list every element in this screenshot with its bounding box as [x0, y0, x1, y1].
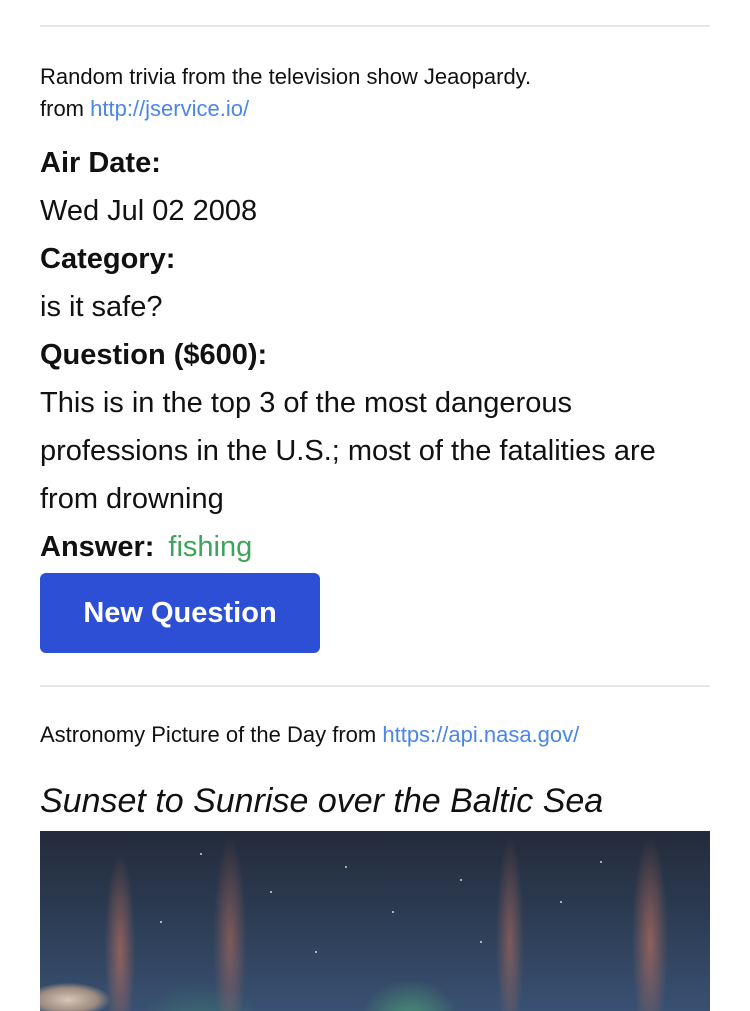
trivia-intro: Random trivia from the television show J… — [40, 61, 710, 93]
trivia-fields: Air Date: Wed Jul 02 2008 Category: is i… — [40, 139, 710, 571]
air-date-label: Air Date: — [40, 147, 161, 179]
answer-row: Answer: fishing — [40, 523, 710, 571]
answer-label: Answer: — [40, 531, 155, 563]
page-content: Random trivia from the television show J… — [40, 0, 710, 1011]
cloud — [40, 983, 110, 1011]
star — [270, 891, 272, 893]
nasa-api-link[interactable]: https://api.nasa.gov/ — [382, 722, 579, 747]
star — [315, 951, 317, 953]
star — [345, 866, 347, 868]
question-label: Question ($600): — [40, 339, 268, 371]
new-question-button[interactable]: New Question — [40, 573, 320, 653]
apod-section: Astronomy Picture of the Day from https:… — [40, 719, 710, 1011]
apod-source-text: Astronomy Picture of the Day from — [40, 722, 377, 747]
star — [600, 861, 602, 863]
star — [560, 901, 562, 903]
apod-image — [40, 831, 710, 1011]
category-value: is it safe? — [40, 291, 163, 323]
star — [460, 879, 462, 881]
apod-source-line: Astronomy Picture of the Day from https:… — [40, 719, 710, 751]
trivia-source-line: from http://jservice.io/ — [40, 93, 710, 125]
category-label: Category: — [40, 243, 176, 275]
trivia-from-label: from — [40, 96, 84, 121]
apod-title: Sunset to Sunrise over the Baltic Sea — [40, 782, 604, 820]
question-text: This is in the top 3 of the most dangero… — [40, 387, 656, 515]
star — [160, 921, 162, 923]
trivia-section: Random trivia from the television show J… — [40, 61, 710, 653]
star — [200, 853, 202, 855]
trivia-intro-text: Random trivia from the television show J… — [40, 64, 532, 89]
star — [480, 941, 482, 943]
section-divider — [40, 685, 710, 687]
air-date-value: Wed Jul 02 2008 — [40, 195, 258, 227]
jservice-link[interactable]: http://jservice.io/ — [90, 96, 249, 121]
star — [392, 911, 394, 913]
answer-value: fishing — [168, 531, 253, 563]
top-divider — [40, 25, 710, 27]
